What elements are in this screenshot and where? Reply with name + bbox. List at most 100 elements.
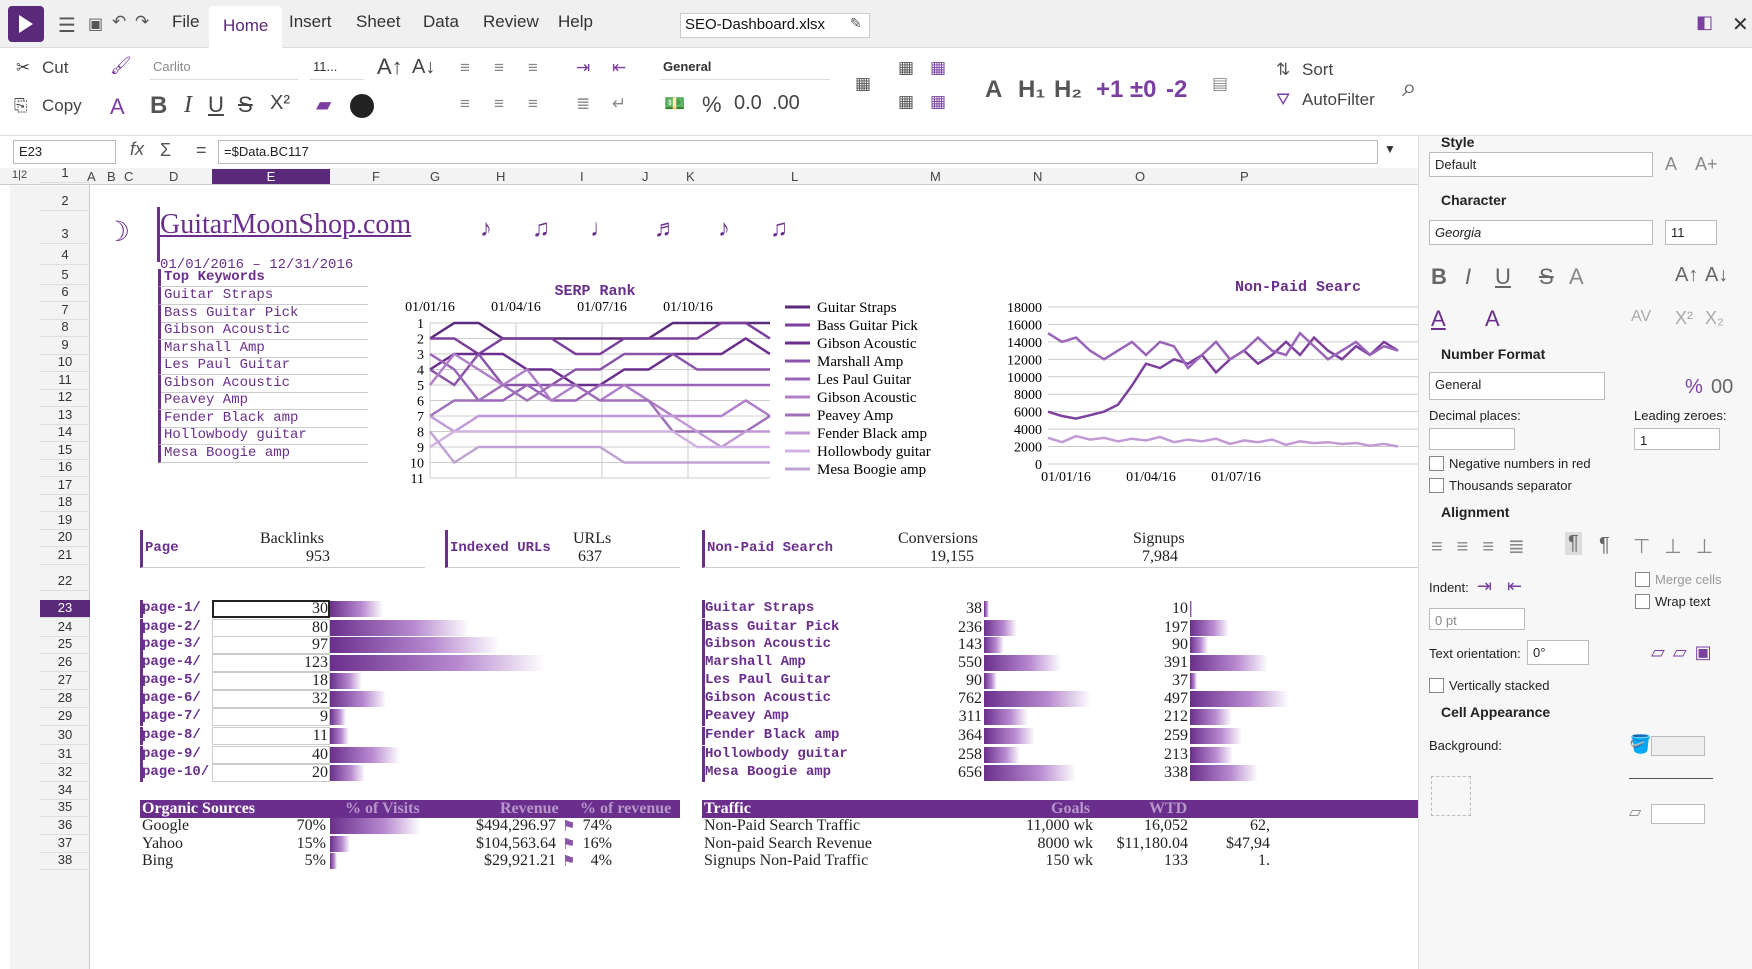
good-style-button[interactable]: +1 — [1096, 76, 1123, 104]
kwconv-keyword[interactable]: Hollowbody guitar — [705, 746, 848, 762]
name-box[interactable]: E23 — [13, 140, 116, 164]
clear-format-icon[interactable]: A — [110, 94, 125, 120]
tab-data[interactable]: Data — [423, 12, 459, 32]
row-header[interactable]: 30 — [40, 727, 90, 745]
align-right-icon[interactable]: ≡ — [528, 94, 538, 114]
neutral-style-button[interactable]: ±0 — [1130, 76, 1157, 104]
row-header[interactable]: 25 — [40, 636, 90, 654]
vertical-align-icons[interactable]: ⊤⊥⊥ — [1633, 534, 1727, 559]
menu-file[interactable]: File — [172, 12, 199, 32]
sidebar-grow-icon[interactable]: A↑ — [1675, 264, 1698, 287]
row-header[interactable]: 29 — [40, 708, 90, 726]
row-header[interactable]: 5 — [40, 267, 90, 285]
update-style-icon[interactable]: A — [1665, 154, 1677, 175]
row-header[interactable]: 3 — [40, 226, 90, 244]
sidebar-indent-inc-icon[interactable]: ⇥ — [1477, 576, 1492, 597]
decimal-remove-button[interactable]: .00 — [772, 92, 800, 115]
insert-row-icon[interactable]: ▦ — [898, 58, 914, 78]
row-header[interactable]: 11 — [40, 372, 90, 390]
row-header[interactable]: 21 — [40, 547, 90, 565]
keyword-item[interactable]: Gibson Acoustic — [158, 322, 368, 340]
row-header[interactable]: 27 — [40, 672, 90, 690]
undo-icon[interactable]: ↶ — [112, 12, 126, 32]
numfmt-section-title[interactable]: Number Format — [1441, 346, 1545, 362]
function-wizard-icon[interactable]: fx — [130, 139, 144, 160]
row-header[interactable]: 12 — [40, 389, 90, 407]
keyword-item[interactable]: Gibson Acoustic — [158, 374, 368, 393]
char-spacing-icon[interactable]: AV — [1631, 308, 1651, 326]
indent-increase-icon[interactable]: ⇥ — [576, 58, 590, 78]
font-name-select[interactable]: Carlito — [150, 56, 298, 80]
wrap-icon[interactable]: ↵ — [612, 94, 626, 114]
bold-icon[interactable]: B — [150, 92, 167, 120]
column-header[interactable]: D — [169, 169, 178, 184]
close-icon[interactable]: ✕ — [1732, 12, 1749, 37]
row-header[interactable]: 31 — [40, 746, 90, 764]
kwconv-keyword[interactable]: Marshall Amp — [705, 654, 806, 670]
row-header[interactable]: 28 — [40, 690, 90, 708]
keyword-item[interactable]: Hollowbody guitar — [158, 427, 368, 445]
decimal-add-button[interactable]: 0.0 — [734, 92, 762, 115]
line-color-select[interactable] — [1651, 804, 1705, 824]
dashboard-title[interactable]: GuitarMoonShop.com — [160, 209, 411, 241]
kwconv-keyword[interactable]: Gibson Acoustic — [705, 690, 831, 706]
kwconv-keyword[interactable]: Bass Guitar Pick — [705, 619, 839, 635]
alignment-section-title[interactable]: Alignment — [1441, 504, 1509, 520]
style-section-title[interactable]: Style — [1441, 134, 1474, 150]
currency-icon[interactable]: 💵 — [664, 94, 685, 114]
sidebar-size-select[interactable]: 11 — [1665, 220, 1717, 245]
decimal-places-input[interactable] — [1429, 428, 1515, 450]
row-header[interactable]: 23 — [40, 600, 90, 618]
align-bottom-icon[interactable]: ≡ — [528, 58, 538, 78]
redo-icon[interactable]: ↷ — [135, 12, 149, 32]
sidebar-bold-icon[interactable]: B — [1431, 264, 1447, 290]
delete-col-icon[interactable]: ▦ — [930, 92, 946, 112]
orientation-select[interactable]: 0° — [1527, 640, 1589, 665]
equals-icon[interactable]: = — [196, 140, 207, 161]
merge-icon[interactable]: ▦ — [855, 74, 871, 94]
row-header[interactable]: 26 — [40, 654, 90, 672]
vertically-stacked-checkbox[interactable] — [1429, 678, 1444, 693]
column-header[interactable]: N — [1033, 169, 1042, 184]
clone-format-icon[interactable]: 🖌 — [110, 56, 132, 76]
column-header[interactable]: M — [930, 169, 941, 184]
negative-red-checkbox[interactable] — [1429, 456, 1444, 471]
sum-icon[interactable]: Σ — [160, 140, 171, 161]
column-header[interactable]: C — [124, 169, 133, 184]
ltr-icon[interactable]: ¶ — [1565, 532, 1582, 555]
sidebar-strike-icon[interactable]: S — [1539, 264, 1554, 290]
sidebar-italic-icon[interactable]: I — [1465, 264, 1471, 290]
column-header[interactable]: G — [430, 169, 440, 184]
row-header[interactable]: 38 — [40, 852, 90, 870]
save-icon[interactable]: ▣ — [88, 14, 103, 34]
column-header[interactable]: O — [1135, 169, 1145, 184]
row-header[interactable]: 16 — [40, 459, 90, 477]
keyword-item[interactable]: Mesa Boogie amp — [158, 444, 368, 463]
sidebar-shrink-icon[interactable]: A↓ — [1705, 264, 1728, 287]
expand-formula-icon[interactable]: ▼ — [1384, 142, 1396, 156]
kwconv-keyword[interactable]: Fender Black amp — [705, 727, 839, 743]
row-header[interactable]: 32 — [40, 764, 90, 782]
row-header[interactable]: 20 — [40, 529, 90, 547]
page-name[interactable]: page-6/ — [142, 690, 201, 706]
row-header[interactable]: 2 — [40, 193, 90, 211]
autofilter-button[interactable]: AutoFilter — [1302, 90, 1375, 110]
page-name[interactable]: page-2/ — [142, 619, 201, 635]
column-header[interactable]: K — [686, 169, 695, 184]
row-header[interactable]: 34 — [40, 782, 90, 800]
app-logo-icon[interactable] — [8, 6, 44, 42]
indent-decrease-icon[interactable]: ⇤ — [612, 58, 626, 78]
tab-home[interactable]: Home — [209, 6, 283, 48]
number-format-select[interactable]: General — [660, 56, 830, 80]
page-name[interactable]: page-7/ — [142, 708, 201, 724]
column-header[interactable]: P — [1240, 169, 1249, 184]
character-section-title[interactable]: Character — [1441, 192, 1506, 208]
delete-row-icon[interactable]: ▦ — [930, 58, 946, 78]
sidebar-decimal-icon[interactable]: 00 — [1711, 376, 1733, 399]
row-header[interactable]: 19 — [40, 512, 90, 530]
sidebar-font-select[interactable]: Georgia — [1429, 220, 1653, 245]
style-select[interactable]: Default — [1429, 152, 1653, 177]
copy-button[interactable]: Copy — [42, 96, 82, 116]
wrap-text-checkbox[interactable] — [1635, 594, 1650, 609]
page-name[interactable]: page-1/ — [142, 600, 201, 616]
